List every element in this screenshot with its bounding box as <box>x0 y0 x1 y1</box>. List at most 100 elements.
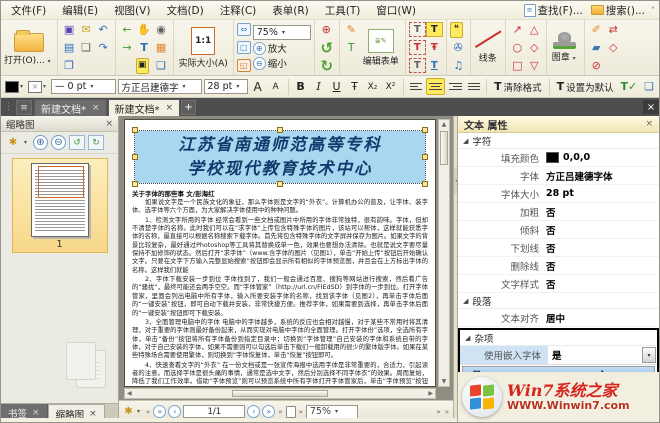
selected-text-box[interactable]: 江苏省南通师范高等专科 学校现代教育技术中心 <box>135 131 425 183</box>
expand-icon[interactable]: » <box>277 408 283 416</box>
clipboard-icon[interactable]: ▦ <box>153 40 170 56</box>
strikeout-text-icon[interactable]: Ŧ <box>426 40 443 55</box>
selection-handle[interactable] <box>132 127 138 133</box>
menu-item[interactable]: 视图(V) <box>106 2 158 19</box>
vertical-scrollbar[interactable]: ▲ ▼ <box>438 119 450 387</box>
expand-icon[interactable]: » <box>145 408 151 416</box>
comment-icon[interactable]: ❝ <box>450 22 463 38</box>
close-tab-icon[interactable]: × <box>166 103 174 113</box>
selection-handle[interactable] <box>422 154 428 160</box>
hand-tool-icon[interactable]: ✋ <box>136 22 153 38</box>
selection-handle[interactable] <box>422 127 428 133</box>
save-icon[interactable]: ▣ <box>61 22 78 38</box>
clear-format-button[interactable]: T清除格式 <box>491 80 545 94</box>
property-row[interactable]: 填充颜色 0,0,0 <box>458 149 659 167</box>
collapse-toolbar-icon[interactable]: ˄ <box>649 6 657 15</box>
pdf-page[interactable]: 江苏省南通师范高等专科 学校现代教育技术中心 关于字体的那些事 文/彭海红 如果… <box>124 119 436 387</box>
expand-icon[interactable]: » <box>435 408 441 416</box>
align-right-button[interactable] <box>447 78 464 95</box>
font-name-combo[interactable]: 方正吕建德字▾ <box>118 79 202 94</box>
property-row[interactable]: 字体大小 28 pt <box>458 185 659 203</box>
select-text-icon[interactable]: T <box>136 40 153 56</box>
audio-icon[interactable]: ♫ <box>450 58 467 74</box>
stamp-tool-button[interactable]: 图章 ▾ <box>547 20 585 75</box>
align-justify-button[interactable] <box>466 78 483 95</box>
organize-pages-icon[interactable]: ❏ <box>153 58 170 74</box>
zoom-in-button[interactable]: ⊕放大 <box>253 41 311 55</box>
snapshot-icon[interactable]: ◉ <box>153 22 170 38</box>
pencil-icon[interactable]: ✐ <box>588 22 605 38</box>
fit-visible-icon[interactable]: ◱ <box>237 59 251 72</box>
page-layout-icon[interactable] <box>286 406 296 418</box>
hatch-circle-icon[interactable]: ⊘ <box>588 58 605 74</box>
last-page-button[interactable]: » <box>262 405 275 418</box>
page-thumbnail-selected[interactable]: 1 <box>12 158 108 253</box>
property-row[interactable]: 倾斜 否 <box>458 221 659 239</box>
section-paragraph[interactable]: ◢ 段落 <box>458 293 659 309</box>
grow-font-button[interactable]: A <box>250 78 266 95</box>
email-icon[interactable]: ✉ <box>78 22 95 38</box>
reduce-thumbnails-icon[interactable]: ⊖ <box>51 135 66 150</box>
edit-object-icon[interactable]: ▣ <box>136 58 149 74</box>
pentagon-shape-icon[interactable]: ▽ <box>526 58 543 74</box>
dropdown-button[interactable]: ▾ <box>642 347 656 363</box>
back-icon[interactable]: ← <box>119 22 136 38</box>
menu-item[interactable]: 窗口(W) <box>368 2 424 19</box>
first-page-button[interactable]: « <box>153 405 166 418</box>
close-tab-icon[interactable]: × <box>89 409 97 419</box>
menu-item[interactable]: 注释(C) <box>212 2 265 19</box>
zoom-out-button[interactable]: ⊖缩小 <box>253 56 311 70</box>
subscript-button[interactable]: X₂ <box>365 78 381 95</box>
close-tab-icon[interactable]: × <box>92 103 100 113</box>
section-misc[interactable]: ◢ 杂项 <box>460 330 657 346</box>
scroll-down-icon[interactable]: ▼ <box>442 377 447 386</box>
undo-icon[interactable]: ↶ <box>95 22 112 38</box>
close-panel-icon[interactable]: × <box>645 119 653 129</box>
superscript-button[interactable]: X² <box>383 78 399 95</box>
edit-form-button[interactable]: ≣✎ 编辑表单 <box>360 29 402 67</box>
stroke-width-combo[interactable]: — 0 pt▾ <box>51 79 116 94</box>
forward-icon[interactable]: → <box>119 40 136 56</box>
rotate-left-icon[interactable]: ↺ <box>318 39 336 57</box>
section-character[interactable]: ◢ 字符 <box>458 133 659 149</box>
new-tab-button[interactable]: + <box>181 100 196 115</box>
underline-button[interactable]: U <box>329 78 345 95</box>
fit-width-icon[interactable]: ⇔ <box>237 23 251 36</box>
close-document-icon[interactable]: × <box>643 100 659 114</box>
close-panel-icon[interactable]: × <box>105 119 113 129</box>
status-zoom-combo[interactable]: 75%▾ <box>306 405 358 419</box>
textbox-icon[interactable]: T <box>409 40 426 55</box>
align-center-button[interactable] <box>426 78 445 95</box>
fill-color-button[interactable]: ▾ <box>5 81 26 93</box>
underline-text-icon[interactable]: T <box>426 58 443 73</box>
lasso-icon[interactable]: ◇ <box>605 40 622 56</box>
set-default-button[interactable]: T设置为默认 <box>554 80 617 94</box>
selection-handle[interactable] <box>277 181 283 187</box>
callout-icon[interactable]: T <box>409 58 426 73</box>
highlight-text-icon[interactable]: T <box>426 22 443 37</box>
rotate-cw-icon[interactable]: ↻ <box>88 135 104 150</box>
format-settings-button[interactable]: ❏ <box>641 78 657 95</box>
arrow-shape-icon[interactable]: ↗ <box>509 22 526 38</box>
expand-icon[interactable]: » <box>298 408 304 416</box>
property-row[interactable]: 下划线 否 <box>458 239 659 257</box>
scroll-up-icon[interactable]: ▲ <box>442 120 447 129</box>
next-page-button[interactable]: › <box>247 405 260 418</box>
align-left-button[interactable] <box>408 78 425 95</box>
polyline-shape-icon[interactable]: △ <box>526 22 543 38</box>
expand-icon[interactable]: » <box>444 408 450 416</box>
rotate-right-icon[interactable]: ↻ <box>318 57 336 75</box>
search-button[interactable]: 搜索()... <box>587 3 649 18</box>
open-button[interactable]: 打开(O)... ▾ <box>1 20 58 75</box>
vertical-scroll-thumb[interactable] <box>440 131 448 165</box>
selection-handle[interactable] <box>277 127 283 133</box>
scroll-right-icon[interactable]: ▶ <box>426 390 435 397</box>
property-row[interactable]: 文字样式 否 <box>458 275 659 293</box>
rotate-ccw-icon[interactable]: ↺ <box>69 135 85 150</box>
find-button[interactable]: ≡ 查找(F)... <box>520 3 587 18</box>
strikethrough-button[interactable]: Ŧ <box>347 78 363 95</box>
attachment-icon[interactable]: ✇ <box>450 40 467 56</box>
export-icon[interactable]: ❐ <box>61 58 78 74</box>
property-row[interactable]: 字体 方正吕建德字体 <box>458 167 659 185</box>
menu-item[interactable]: 表单(R) <box>264 2 317 19</box>
